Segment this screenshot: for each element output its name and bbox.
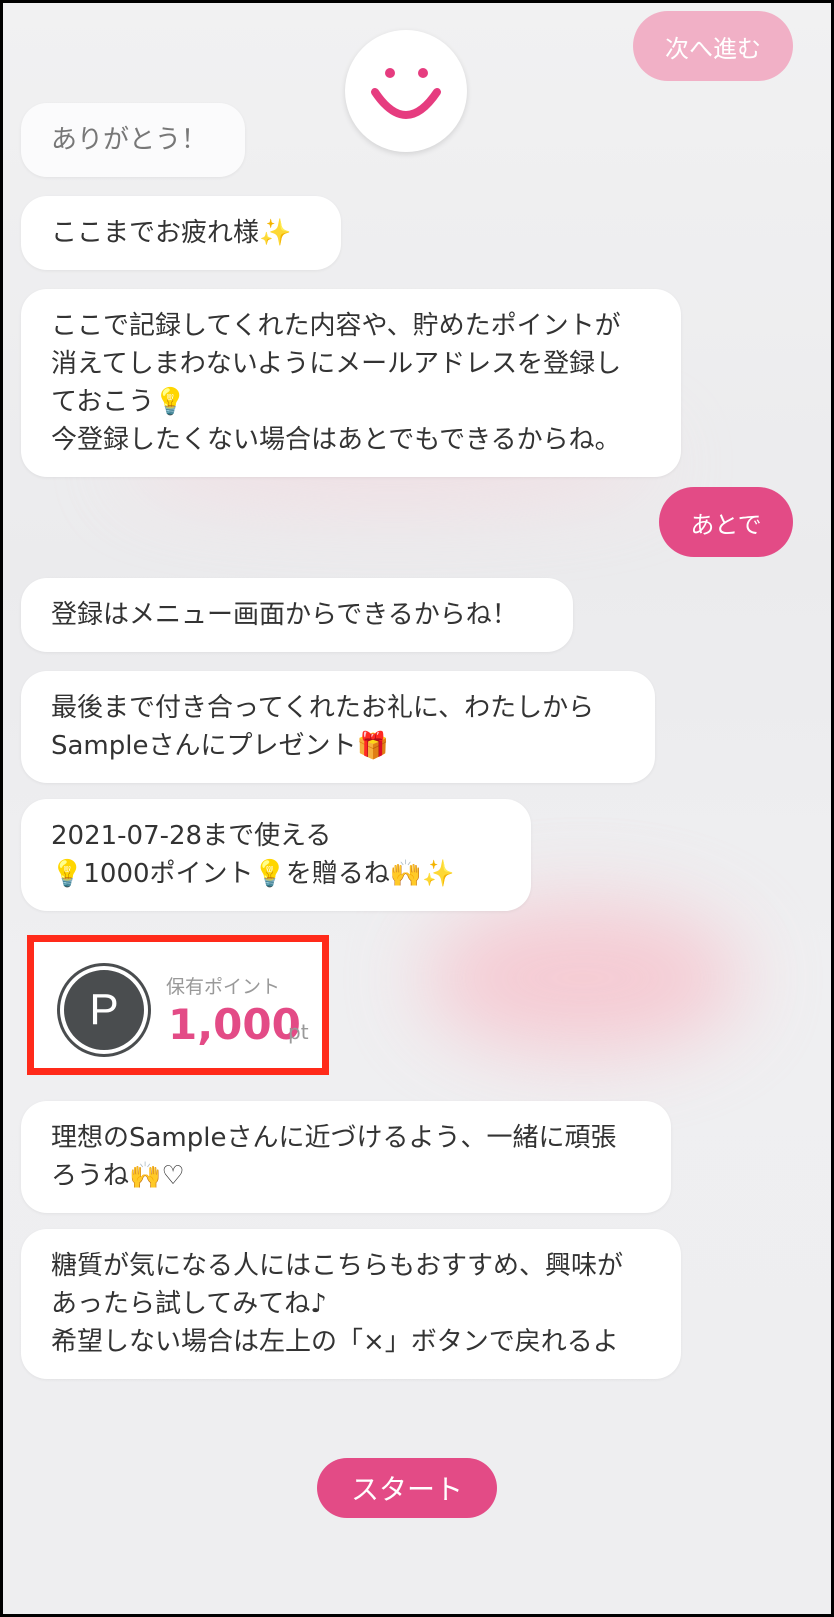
smiley-face-icon [371,68,441,119]
chat-message: ここまでお疲れ様✨ [21,196,341,270]
chat-screen: 次へ進む ありがとう！ ここまでお疲れ様✨ ここで記録してくれた内容や、貯めたポ… [3,3,831,1614]
points-p-icon: P [60,966,148,1054]
chat-message: 理想のSampleさんに近づけるよう、一緒に頑張 ろうね🙌♡ [21,1101,671,1213]
chat-message: ここで記録してくれた内容や、貯めたポイントが 消えてしまわないようにメールアドレ… [21,289,681,477]
chat-message: 糖質が気になる人にはこちらもおすすめ、興味が あったら試してみてね♪ 希望しない… [21,1229,681,1379]
chat-message: ありがとう！ [21,103,245,177]
chat-message: 2021-07-28まで使える 💡1000ポイント💡を贈るね🙌✨ [21,799,531,911]
next-button[interactable]: 次へ進む [633,11,793,81]
chat-message: 最後まで付き合ってくれたお礼に、わたしから Sampleさんにプレゼント🎁 [21,671,655,783]
chat-message: 登録はメニュー画面からできるからね！ [21,578,573,652]
later-reply-button[interactable]: あとで [659,487,793,557]
points-value: 1,000 [168,1000,301,1049]
assistant-avatar [345,30,467,152]
points-unit: pt [288,1020,309,1044]
points-balance-card: P 保有ポイント 1,000 pt [27,935,329,1075]
background-blur-pink [423,903,743,1053]
start-button[interactable]: スタート [317,1458,497,1518]
points-label: 保有ポイント [166,976,281,998]
